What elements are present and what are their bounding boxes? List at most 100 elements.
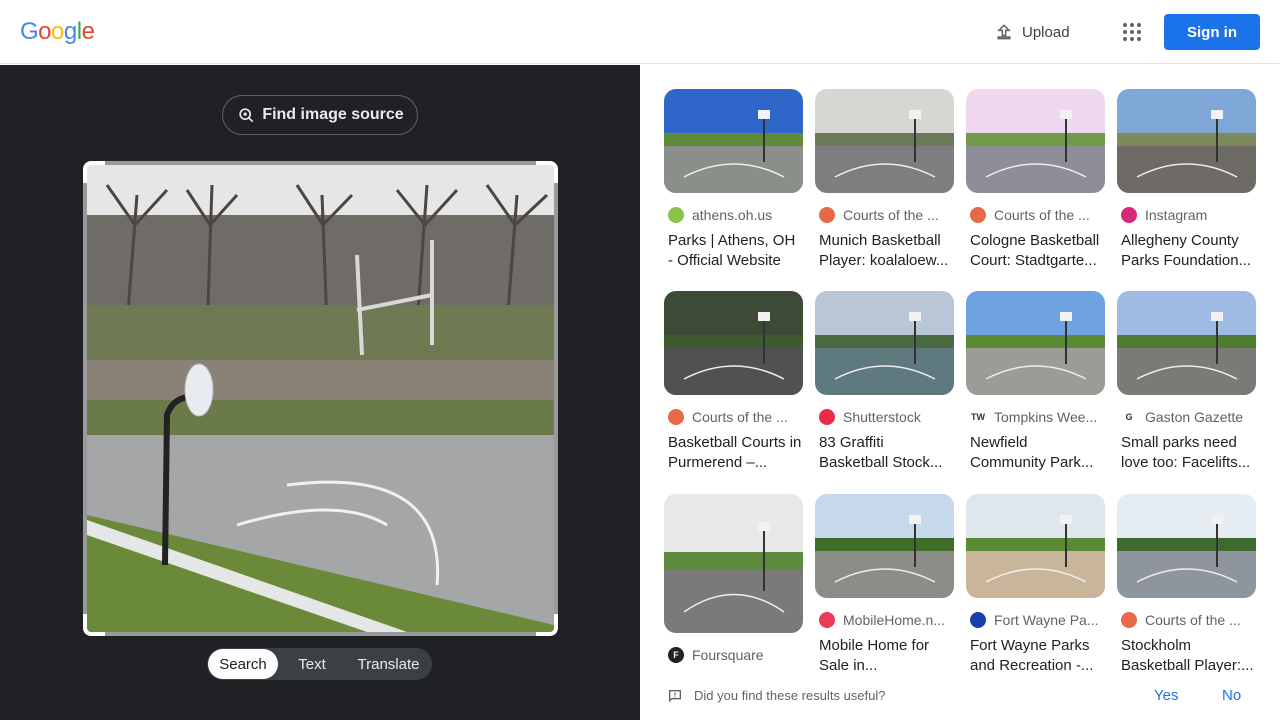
logo-letter: g [63,18,77,45]
source-name: athens.oh.us [692,207,773,223]
result-thumbnail[interactable] [966,89,1105,193]
sign-in-button[interactable]: Sign in [1164,14,1260,50]
source-name: MobileHome.n... [843,612,945,628]
upload-label: Upload [1022,23,1070,41]
result-title[interactable]: Munich Basketball Player: koalaloew... [815,231,954,271]
result-thumbnail[interactable] [966,494,1105,598]
crop-handle-bottom-right[interactable] [536,614,558,636]
source-favicon-icon [970,612,986,628]
feedback-bar: Did you find these results useful? Yes N… [640,672,1280,720]
source-name: Courts of the ... [692,409,788,425]
result-thumbnail[interactable] [1117,291,1256,395]
upload-icon [997,24,1011,40]
source-favicon-icon [819,612,835,628]
source-name: Shutterstock [843,409,921,425]
upload-button[interactable]: Upload [990,16,1074,48]
result-card[interactable]: MobileHome.n... Mobile Home for Sale in..… [815,494,954,676]
result-thumbnail[interactable] [664,291,803,395]
result-source[interactable]: Fort Wayne Pa... [966,610,1105,630]
result-card[interactable]: Shutterstock 83 Graffiti Basketball Stock… [815,291,954,473]
mode-translate-tab[interactable]: Translate [346,649,431,679]
result-thumbnail[interactable] [815,89,954,193]
source-name: Courts of the ... [994,207,1090,223]
google-logo[interactable]: Google [20,18,95,46]
result-source[interactable]: Courts of the ... [1117,610,1256,630]
source-favicon-icon [970,207,986,223]
logo-letter: o [51,18,64,45]
result-source[interactable]: F Foursquare [664,645,803,665]
source-name: Courts of the ... [1145,612,1241,628]
result-title[interactable]: Fort Wayne Parks and Recreation -... [966,636,1105,676]
result-card[interactable]: Courts of the ... Munich Basketball Playe… [815,89,954,271]
result-thumbnail[interactable] [1117,89,1256,193]
result-thumbnail[interactable] [815,291,954,395]
visual-matches-panel: athens.oh.us Parks | Athens, OH - Officia… [640,65,1280,720]
source-name: Gaston Gazette [1145,409,1244,425]
result-thumbnail[interactable] [664,494,803,633]
result-title[interactable]: 83 Graffiti Basketball Stock... [815,433,954,473]
result-thumbnail[interactable] [966,291,1105,395]
result-title[interactable]: Allegheny County Parks Foundation... [1117,231,1256,271]
result-source[interactable]: Courts of the ... [815,205,954,225]
result-title[interactable]: Newfield Community Park... [966,433,1105,473]
mode-text-tab[interactable]: Text [278,649,346,679]
result-source[interactable]: Instagram [1117,205,1256,225]
logo-letter: o [38,18,52,45]
result-source[interactable]: G Gaston Gazette [1117,407,1256,427]
crop-handle-bottom-left[interactable] [83,614,105,636]
result-title[interactable]: Parks | Athens, OH - Official Website [664,231,803,271]
result-card[interactable]: athens.oh.us Parks | Athens, OH - Officia… [664,89,803,271]
result-title[interactable]: Stockholm Basketball Player:... [1117,636,1256,676]
lens-search-icon [239,108,254,123]
feedback-question: Did you find these results useful? [694,688,886,703]
top-bar: Google Upload Sign in [0,0,1280,64]
logo-letter: G [20,18,39,45]
logo-letter: e [81,18,95,45]
result-card[interactable]: Courts of the ... Cologne Basketball Cour… [966,89,1105,271]
source-favicon-icon: TW [970,409,986,425]
source-favicon-icon [819,409,835,425]
source-name: Tompkins Wee... [994,409,1098,425]
query-photo [87,165,554,632]
result-title[interactable]: Basketball Courts in Purmerend –... [664,433,803,473]
query-image-panel: Find image source Search Text Translate [0,65,640,720]
result-card[interactable]: Courts of the ... Basketball Courts in Pu… [664,291,803,473]
result-thumbnail[interactable] [815,494,954,598]
crop-handle-top-left[interactable] [83,161,105,183]
source-favicon-icon: G [1121,409,1137,425]
result-thumbnail[interactable] [1117,494,1256,598]
source-name: Fort Wayne Pa... [994,612,1099,628]
result-source[interactable]: Shutterstock [815,407,954,427]
apps-grid-icon[interactable] [1118,18,1146,46]
source-favicon-icon [668,409,684,425]
result-title[interactable]: Mobile Home for Sale in... [815,636,954,676]
result-title[interactable]: Small parks need love too: Facelifts... [1117,433,1256,473]
source-name: Courts of the ... [843,207,939,223]
source-name: Instagram [1145,207,1208,223]
result-source[interactable]: athens.oh.us [664,205,803,225]
result-title[interactable]: Cologne Basketball Court: Stadtgarte... [966,231,1105,271]
feedback-yes-button[interactable]: Yes [1154,687,1178,704]
find-image-source-label: Find image source [262,106,404,123]
source-name: Foursquare [692,647,764,663]
result-source[interactable]: TW Tompkins Wee... [966,407,1105,427]
result-thumbnail[interactable] [664,89,803,193]
find-image-source-button[interactable]: Find image source [222,95,418,135]
crop-handle-top-right[interactable] [536,161,558,183]
source-favicon-icon: F [668,647,684,663]
source-favicon-icon [819,207,835,223]
result-card[interactable]: G Gaston Gazette Small parks need love too… [1117,291,1256,473]
result-source[interactable]: MobileHome.n... [815,610,954,630]
mode-toggle: Search Text Translate [207,648,432,680]
crop-selection[interactable] [83,161,558,636]
result-source[interactable]: Courts of the ... [966,205,1105,225]
result-source[interactable]: Courts of the ... [664,407,803,427]
source-favicon-icon [668,207,684,223]
mode-search-tab[interactable]: Search [208,649,278,679]
result-card[interactable]: Fort Wayne Pa... Fort Wayne Parks and Rec… [966,494,1105,676]
result-card[interactable]: Instagram Allegheny County Parks Foundati… [1117,89,1256,271]
feedback-no-button[interactable]: No [1222,687,1241,704]
result-card[interactable]: Courts of the ... Stockholm Basketball Pl… [1117,494,1256,676]
feedback-icon [669,690,681,703]
result-card[interactable]: TW Tompkins Wee... Newfield Community Park… [966,291,1105,473]
